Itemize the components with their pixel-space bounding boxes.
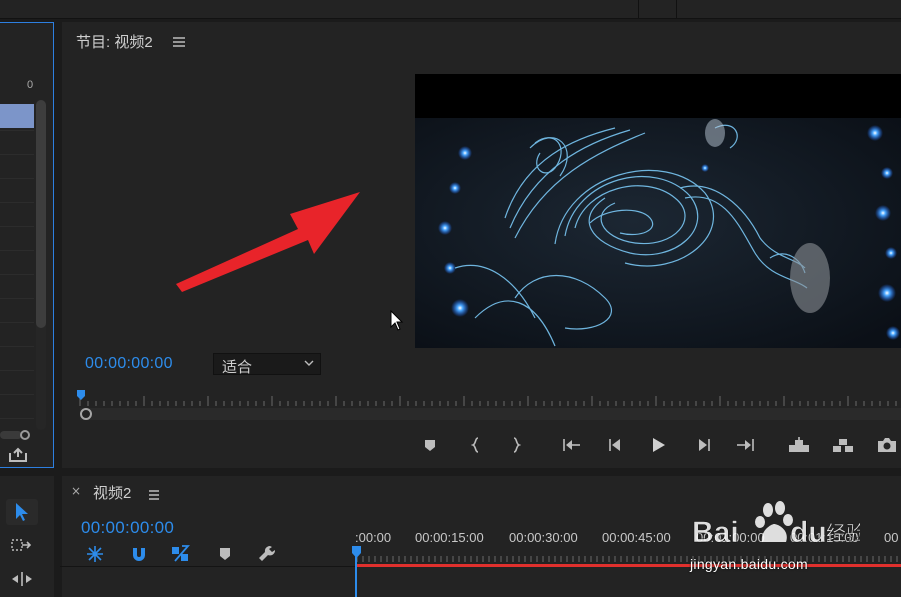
step-back-button[interactable] xyxy=(603,434,627,456)
mark-out-icon xyxy=(513,437,521,453)
ripple-edit-tool[interactable] xyxy=(6,566,38,592)
selected-list-item[interactable] xyxy=(0,104,34,128)
track-select-tool[interactable] xyxy=(6,533,38,559)
list-row-line xyxy=(0,298,34,299)
menu-divider xyxy=(638,0,639,18)
list-row-line xyxy=(0,250,34,251)
timeline-sequence-tab[interactable]: 视频2 xyxy=(93,482,131,503)
export-frame-button[interactable] xyxy=(875,434,899,456)
ruler-tick-label: 00:00:15:00 xyxy=(415,530,484,545)
zoom-fit-value: 适合 xyxy=(222,358,253,376)
zoom-bar-handle[interactable] xyxy=(80,408,92,420)
playhead-icon[interactable] xyxy=(77,390,85,400)
list-row-line xyxy=(0,370,34,371)
svg-text:经验: 经验 xyxy=(826,521,860,545)
selection-tool[interactable] xyxy=(6,499,38,525)
extract-icon xyxy=(833,439,853,452)
column-header-label: 0 xyxy=(27,79,34,91)
list-row-line xyxy=(0,130,34,131)
watermark-url: jingyan.baidu.com xyxy=(690,556,808,572)
mouse-cursor-icon xyxy=(390,310,404,331)
panel-menu-icon[interactable] xyxy=(148,486,160,500)
ruler-tick-label: :00:00 xyxy=(355,530,392,545)
add-marker-icon[interactable] xyxy=(215,544,235,564)
close-tab-button[interactable]: × xyxy=(71,484,81,498)
go-to-out-icon xyxy=(737,439,754,451)
video-frame-image xyxy=(415,118,901,348)
ruler-tick-label: 00:00:45:00 xyxy=(602,530,671,545)
step-forward-icon xyxy=(699,439,710,451)
go-to-in-icon xyxy=(563,439,580,451)
svg-text:du: du xyxy=(790,516,827,549)
snap-magnet-icon[interactable] xyxy=(129,544,149,564)
baidu-jingyan-watermark: Bai du 经验 jingyan.baidu.com xyxy=(690,498,901,578)
list-row-line xyxy=(0,226,34,227)
list-row-line xyxy=(0,274,34,275)
red-arrow-annotation xyxy=(176,192,360,292)
step-forward-button[interactable] xyxy=(692,434,716,456)
baidu-logo-icon: Bai du 经验 xyxy=(692,501,860,549)
video-preview xyxy=(415,74,901,348)
zoom-handle[interactable] xyxy=(20,430,30,440)
svg-text:Bai: Bai xyxy=(692,516,739,549)
ruler-tick-label: 00:00:30:00 xyxy=(509,530,578,545)
list-row-line xyxy=(0,154,34,155)
list-row-line xyxy=(0,178,34,179)
timeline-timecode[interactable]: 00:00:00:00 xyxy=(81,518,174,538)
play-button[interactable] xyxy=(646,434,670,456)
scrollbar-thumb[interactable] xyxy=(36,100,46,328)
ripple-edit-icon xyxy=(12,572,32,586)
track-select-icon xyxy=(11,539,32,551)
monitor-zoom-bar[interactable] xyxy=(80,408,901,420)
menu-bar xyxy=(0,0,901,19)
camera-icon xyxy=(878,438,896,452)
go-to-in-button[interactable] xyxy=(560,434,584,456)
mark-out-button[interactable] xyxy=(504,434,528,456)
export-icon[interactable] xyxy=(8,447,28,463)
lift-button[interactable] xyxy=(787,434,811,456)
mark-in-icon xyxy=(471,437,479,453)
zoom-fit-dropdown[interactable]: 适合 xyxy=(213,353,321,376)
nest-sequence-icon[interactable] xyxy=(85,544,105,564)
playhead-icon[interactable] xyxy=(352,546,361,558)
list-row-line xyxy=(0,394,34,395)
step-back-icon xyxy=(609,439,620,451)
track-header-divider xyxy=(60,566,356,567)
go-to-out-button[interactable] xyxy=(733,434,757,456)
extract-button[interactable] xyxy=(831,434,855,456)
list-row-line xyxy=(0,418,34,419)
wrench-icon[interactable] xyxy=(257,544,277,564)
marker-icon xyxy=(425,440,435,451)
list-row-line xyxy=(0,202,34,203)
program-monitor-title[interactable]: 节目: 视频2 xyxy=(76,31,153,52)
lift-icon xyxy=(789,437,809,452)
zoom-scrollbar[interactable] xyxy=(0,431,22,439)
playhead-timecode[interactable]: 00:00:00:00 xyxy=(85,355,173,373)
panel-menu-icon[interactable] xyxy=(172,33,186,47)
chevron-down-icon xyxy=(304,360,314,366)
menu-divider xyxy=(676,0,677,18)
play-icon xyxy=(653,438,665,452)
transport-controls xyxy=(415,434,901,456)
monitor-time-ruler[interactable] xyxy=(76,394,901,408)
list-row-line xyxy=(0,322,34,323)
selection-arrow-icon xyxy=(16,503,28,521)
list-row-line xyxy=(0,346,34,347)
mark-in-button[interactable] xyxy=(464,434,488,456)
add-marker-button[interactable] xyxy=(418,434,442,456)
linked-selection-icon[interactable] xyxy=(170,544,190,564)
